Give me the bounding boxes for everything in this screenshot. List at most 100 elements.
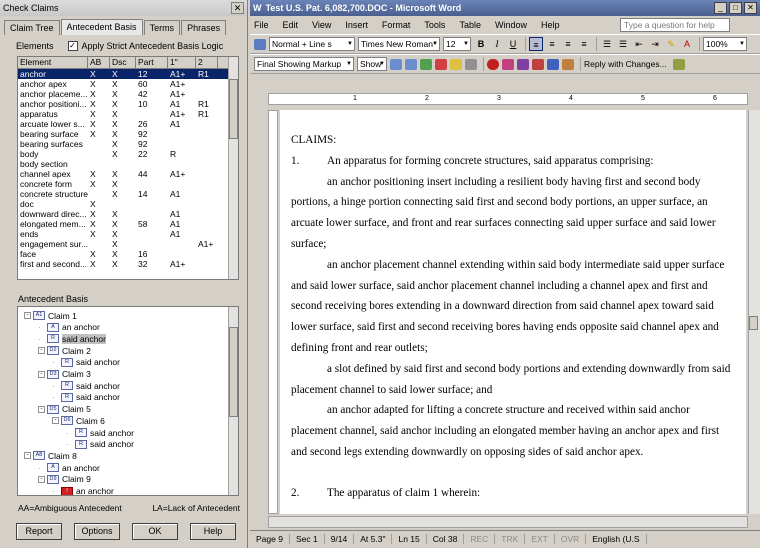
previous-change-icon[interactable] [390, 58, 402, 70]
tree-node[interactable]: · Rsaid anchor [52, 392, 120, 403]
tree-scrollbar[interactable] [228, 307, 238, 495]
table-row[interactable]: concrete structure X 14 A1 [18, 189, 238, 199]
numbering-icon[interactable]: ☰ [600, 37, 614, 51]
table-row[interactable]: bearing surface X X 92 [18, 129, 238, 139]
table-row[interactable]: first and second... X X 32 A1+ [18, 259, 238, 269]
menu-tools[interactable]: Tools [424, 20, 445, 30]
menu-file[interactable]: File [254, 20, 269, 30]
table-row[interactable]: bearing surfaces X 92 [18, 139, 238, 149]
track-changes-icon[interactable] [465, 58, 477, 70]
table-row[interactable]: channel apex X X 44 A1+ [18, 169, 238, 179]
col-second[interactable]: 2 [196, 57, 218, 68]
elements-scrollbar[interactable] [228, 57, 238, 279]
table-row[interactable]: face X X 16 [18, 249, 238, 259]
tree-scroll-thumb[interactable] [229, 327, 238, 417]
reply-with-changes-button[interactable]: Reply with Changes... [584, 59, 667, 69]
accept-change-icon[interactable] [420, 58, 432, 70]
menu-insert[interactable]: Insert [345, 20, 368, 30]
underline-button[interactable]: U [506, 37, 520, 51]
menu-format[interactable]: Format [382, 20, 411, 30]
col-dsc[interactable]: Dsc [110, 57, 136, 68]
tree-node[interactable]: - D6 Claim 6 [52, 415, 105, 426]
col-ab[interactable]: AB [88, 57, 110, 68]
close-icon[interactable]: ✕ [231, 2, 244, 14]
table-row[interactable]: engagement sur... X A1+ [18, 239, 238, 249]
zoom-combo[interactable]: 100% [703, 37, 747, 51]
table-row[interactable]: arcuate lower s... X X 26 A1 [18, 119, 238, 129]
tab-antecedent-basis[interactable]: Antecedent Basis [60, 19, 143, 35]
status-ovr[interactable]: OVR [555, 533, 587, 544]
horizontal-scrollbar[interactable] [268, 516, 748, 528]
menu-table[interactable]: Table [459, 20, 481, 30]
table-row[interactable]: body X 22 R [18, 149, 238, 159]
tree-node[interactable]: · Rsaid anchor [38, 333, 106, 344]
collapse-icon[interactable]: - [24, 452, 31, 460]
strict-logic-checkbox[interactable]: ✓ [67, 41, 78, 51]
next-change-icon[interactable] [405, 58, 417, 70]
table-row[interactable]: anchor X X 12 A1+ R1 [18, 69, 238, 79]
horizontal-ruler[interactable]: 1 2 3 4 5 6 [268, 93, 748, 105]
collapse-icon[interactable]: - [38, 475, 45, 483]
menu-view[interactable]: View [312, 20, 331, 30]
macro-icon-1[interactable] [502, 58, 514, 70]
tree-node[interactable]: - D9 Claim 9 [38, 474, 91, 485]
tree-node[interactable]: - A1 Claim 1 [24, 310, 77, 321]
align-left-icon[interactable]: ≡ [529, 37, 543, 51]
collapse-icon[interactable]: - [38, 347, 45, 355]
tree-node[interactable]: · Rsaid anchor [52, 357, 120, 368]
collapse-icon[interactable]: - [24, 312, 31, 319]
justify-icon[interactable]: ≡ [577, 37, 591, 51]
collapse-icon[interactable]: - [52, 417, 59, 425]
align-center-icon[interactable]: ≡ [545, 37, 559, 51]
tab-claim-tree[interactable]: Claim Tree [4, 20, 60, 35]
show-combo[interactable]: Show [357, 57, 387, 71]
menu-window[interactable]: Window [495, 20, 527, 30]
minimize-icon[interactable]: _ [714, 2, 727, 14]
tree-node[interactable]: · Rsaid anchor [52, 380, 120, 391]
macro-icon-4[interactable] [547, 58, 559, 70]
tree-node[interactable]: - D5 Claim 5 [38, 404, 91, 415]
collapse-icon[interactable]: - [38, 405, 45, 413]
bold-button[interactable]: B [474, 37, 488, 51]
reject-change-icon[interactable] [435, 58, 447, 70]
help-search-input[interactable]: Type a question for help [620, 18, 730, 32]
maximize-icon[interactable]: □ [729, 2, 742, 14]
tree-node[interactable]: - D2 Claim 2 [38, 345, 91, 356]
document-scroll-thumb[interactable] [749, 316, 758, 330]
tab-terms[interactable]: Terms [143, 20, 181, 35]
menu-help[interactable]: Help [541, 20, 560, 30]
tree-node[interactable]: · Rsaid anchor [66, 439, 134, 450]
decrease-indent-icon[interactable]: ⇤ [632, 37, 646, 51]
macro-icon-3[interactable] [532, 58, 544, 70]
macro-icon-5[interactable] [562, 58, 574, 70]
document-scrollbar[interactable] [748, 110, 760, 514]
tab-phrases[interactable]: Phrases [181, 20, 227, 35]
help-button[interactable]: Help [190, 523, 236, 540]
tree-node[interactable]: · Aan anchor [38, 322, 100, 333]
options-button[interactable]: Options [74, 523, 120, 540]
macro-icon-2[interactable] [517, 58, 529, 70]
tree-node[interactable]: - D3 Claim 3 [38, 369, 91, 380]
report-button[interactable]: Report [16, 523, 62, 540]
align-right-icon[interactable]: ≡ [561, 37, 575, 51]
bullets-icon[interactable]: ☰ [616, 37, 630, 51]
table-row[interactable]: elongated mem... X X 58 A1 [18, 219, 238, 229]
table-row[interactable]: anchor positioni... X X 10 A1 R1 [18, 99, 238, 109]
menu-edit[interactable]: Edit [283, 20, 299, 30]
font-combo[interactable]: Times New Roman [358, 37, 440, 51]
increase-indent-icon[interactable]: ⇥ [648, 37, 662, 51]
highlight-icon[interactable]: ✎ [664, 37, 678, 51]
ok-button[interactable]: OK [132, 523, 178, 540]
styles-icon[interactable] [254, 38, 266, 50]
table-row[interactable]: anchor apex X X 60 A1+ [18, 79, 238, 89]
status-ext[interactable]: EXT [525, 533, 555, 544]
table-row[interactable]: doc X [18, 199, 238, 209]
collapse-icon[interactable]: - [38, 370, 45, 378]
italic-button[interactable]: I [490, 37, 504, 51]
close-icon[interactable]: ✕ [744, 2, 757, 14]
status-rec[interactable]: REC [464, 533, 496, 544]
markup-combo[interactable]: Final Showing Markup [254, 57, 354, 71]
table-row[interactable]: apparatus X X A1+ R1 [18, 109, 238, 119]
col-element[interactable]: Element [18, 57, 88, 68]
record-icon[interactable] [487, 58, 499, 70]
